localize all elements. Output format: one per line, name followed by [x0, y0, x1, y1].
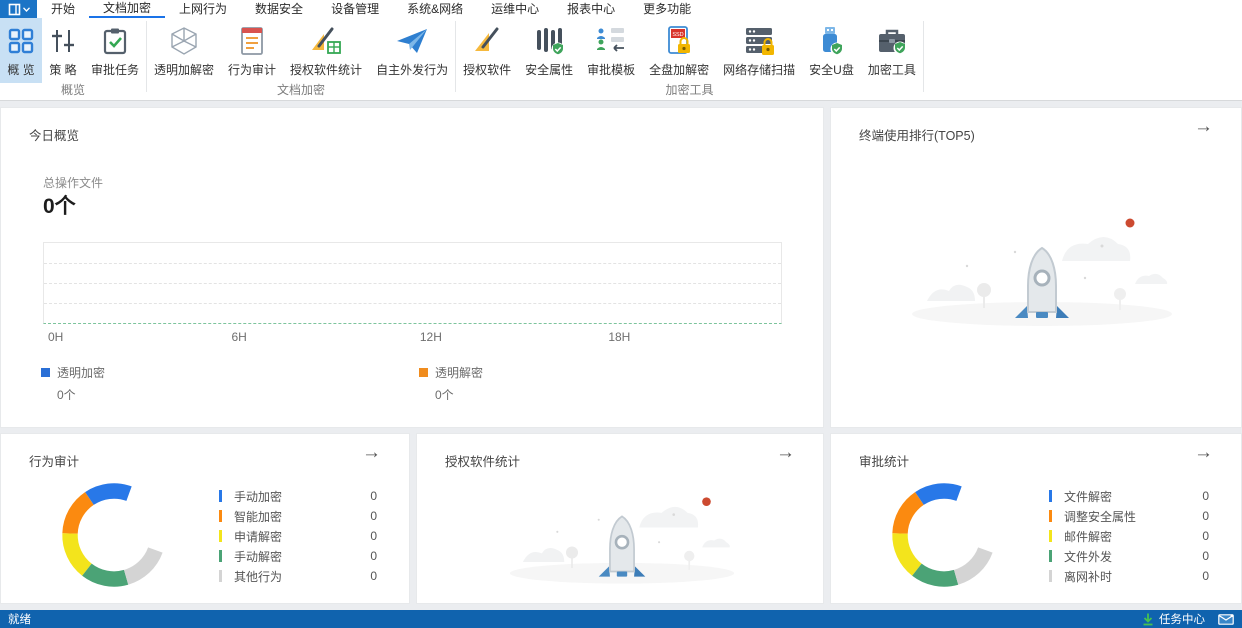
panel-software-stats: 授权软件统计 → — [416, 433, 824, 604]
ribbon: 概 览 策 略 — [0, 18, 1242, 101]
legend-row: 智能加密0 — [219, 506, 377, 526]
ruler-pencil-icon — [472, 23, 502, 59]
legend-row: 调整安全属性0 — [1049, 506, 1209, 526]
ribbon-group-label-overview: 概览 — [0, 83, 146, 100]
approval-stats-legend: 文件解密0 调整安全属性0 邮件解密0 文件外发0 离网补时0 — [1049, 486, 1209, 586]
ruler-pencil-table-icon — [309, 23, 343, 59]
panel-title: 审批统计 — [859, 451, 909, 470]
message-icon[interactable] — [1218, 614, 1234, 625]
legend-row: 离网补时0 — [1049, 566, 1209, 586]
legend-transparent-decrypt: 透明解密 0个 — [419, 364, 483, 403]
ribbon-item-transparent-crypt[interactable]: 透明加解密 — [147, 18, 221, 83]
ribbon-item-crypt-tools[interactable]: 加密工具 — [861, 18, 923, 83]
ribbon-item-security-attributes[interactable]: 安全属性 — [518, 18, 580, 83]
menu-item-doc-encryption[interactable]: 文档加密 — [89, 0, 165, 18]
empty-state-rocket-illustration — [897, 206, 1187, 331]
ribbon-item-overview[interactable]: 概 览 — [0, 18, 42, 83]
legend-row: 文件外发0 — [1049, 546, 1209, 566]
menu-item-ops-center[interactable]: 运维中心 — [477, 0, 553, 18]
today-line-chart — [43, 242, 782, 324]
panel-behavior-audit: 行为审计 → 手动加密0 智能加密0 申请解密0 手动解密0 其他行为0 — [0, 433, 410, 604]
ribbon-item-policy[interactable]: 策 略 — [42, 18, 84, 83]
paper-plane-icon — [395, 23, 429, 59]
download-arrow-icon — [1142, 613, 1154, 626]
metric-value: 0个 — [43, 190, 76, 220]
ribbon-item-behavior-audit[interactable]: 行为审计 — [221, 18, 283, 83]
task-center-button[interactable]: 任务中心 — [1142, 611, 1234, 627]
arrow-right-icon[interactable]: → — [776, 443, 795, 462]
ribbon-item-secure-usb[interactable]: 安全U盘 — [802, 18, 861, 83]
legend-row: 手动加密0 — [219, 486, 377, 506]
ribbon-item-network-storage-scan[interactable]: 网络存储扫描 — [716, 18, 802, 83]
audit-list-icon — [239, 23, 265, 59]
policy-sliders-icon — [49, 23, 77, 59]
ribbon-item-approval-tasks[interactable]: 审批任务 — [84, 18, 146, 83]
ribbon-group-label-doc-encryption: 文档加密 — [147, 83, 455, 100]
legend-row: 邮件解密0 — [1049, 526, 1209, 546]
ribbon-item-approval-template[interactable]: 审批模板 — [580, 18, 642, 83]
workflow-icon — [595, 23, 627, 59]
menu-item-more[interactable]: 更多功能 — [629, 0, 705, 18]
menu-item-device-mgmt[interactable]: 设备管理 — [317, 0, 393, 18]
ribbon-item-outgoing-behavior[interactable]: 自主外发行为 — [369, 18, 455, 83]
ribbon-group-doc-encryption: 透明加解密 行为审计 — [147, 18, 455, 100]
task-center-label: 任务中心 — [1159, 611, 1205, 627]
empty-state-rocket-illustration — [497, 470, 747, 598]
legend-marker — [41, 368, 50, 377]
legend-row: 文件解密0 — [1049, 486, 1209, 506]
panel-approval-stats: 审批统计 → 文件解密0 调整安全属性0 邮件解密0 文件外发0 离网补时0 — [830, 433, 1242, 604]
arrow-right-icon[interactable]: → — [1194, 117, 1213, 136]
svg-text:SSD: SSD — [672, 32, 683, 38]
status-text: 就绪 — [8, 611, 31, 627]
app-menu-button[interactable] — [0, 0, 37, 18]
panel-today-overview: 今日概览 总操作文件 0个 0H 6H 12H 18H 透明加密 0个 透明解密… — [0, 107, 824, 428]
panel-title: 今日概览 — [29, 125, 79, 144]
ribbon-group-label-crypt-tools: 加密工具 — [456, 83, 923, 100]
server-lock-icon — [742, 23, 776, 59]
legend-row: 手动解密0 — [219, 546, 377, 566]
dashboard: 今日概览 总操作文件 0个 0H 6H 12H 18H 透明加密 0个 透明解密… — [0, 101, 1242, 610]
legend-row: 其他行为0 — [219, 566, 377, 586]
menu-item-system-network[interactable]: 系统&网络 — [393, 0, 477, 18]
behavior-audit-donut-chart — [59, 480, 169, 590]
fence-shield-icon — [533, 23, 565, 59]
overview-grid-icon — [7, 23, 35, 59]
legend-marker — [419, 368, 428, 377]
panel-title: 行为审计 — [29, 451, 79, 470]
legend-row: 申请解密0 — [219, 526, 377, 546]
legend-transparent-encrypt: 透明加密 0个 — [41, 364, 105, 403]
chevron-down-icon — [23, 7, 30, 12]
arrow-right-icon[interactable]: → — [362, 443, 381, 462]
menu-item-start[interactable]: 开始 — [37, 0, 89, 18]
menu-item-report-center[interactable]: 报表中心 — [553, 0, 629, 18]
ribbon-group-crypt-tools: 授权软件 安全属性 — [456, 18, 923, 100]
behavior-audit-legend: 手动加密0 智能加密0 申请解密0 手动解密0 其他行为0 — [219, 486, 377, 586]
cube-icon — [168, 23, 200, 59]
ribbon-item-licensed-software[interactable]: 授权软件 — [456, 18, 518, 83]
briefcase-shield-icon — [876, 23, 908, 59]
ribbon-item-software-stats[interactable]: 授权软件统计 — [283, 18, 369, 83]
app-window-icon — [8, 3, 21, 16]
ribbon-item-fulldisk-crypt[interactable]: SSD 全盘加解密 — [642, 18, 716, 83]
x-axis-labels: 0H 6H 12H 18H — [43, 330, 782, 344]
approval-stats-donut-chart — [889, 480, 999, 590]
panel-title: 终端使用排行(TOP5) — [859, 125, 975, 144]
statusbar: 就绪 任务中心 — [0, 610, 1242, 628]
clipboard-check-icon — [101, 23, 129, 59]
panel-terminal-rank: 终端使用排行(TOP5) → — [830, 107, 1242, 428]
menubar: 开始 文档加密 上网行为 数据安全 设备管理 系统&网络 运维中心 报表中心 更… — [0, 0, 1242, 18]
ssd-lock-icon: SSD — [664, 23, 694, 59]
menu-item-web-behavior[interactable]: 上网行为 — [165, 0, 241, 18]
metric-label: 总操作文件 — [43, 174, 103, 191]
arrow-right-icon[interactable]: → — [1194, 443, 1213, 462]
ribbon-separator — [923, 21, 924, 92]
ribbon-group-overview: 概 览 策 略 — [0, 18, 146, 100]
menu-item-data-security[interactable]: 数据安全 — [241, 0, 317, 18]
panel-title: 授权软件统计 — [445, 451, 520, 470]
usb-shield-icon — [817, 23, 845, 59]
